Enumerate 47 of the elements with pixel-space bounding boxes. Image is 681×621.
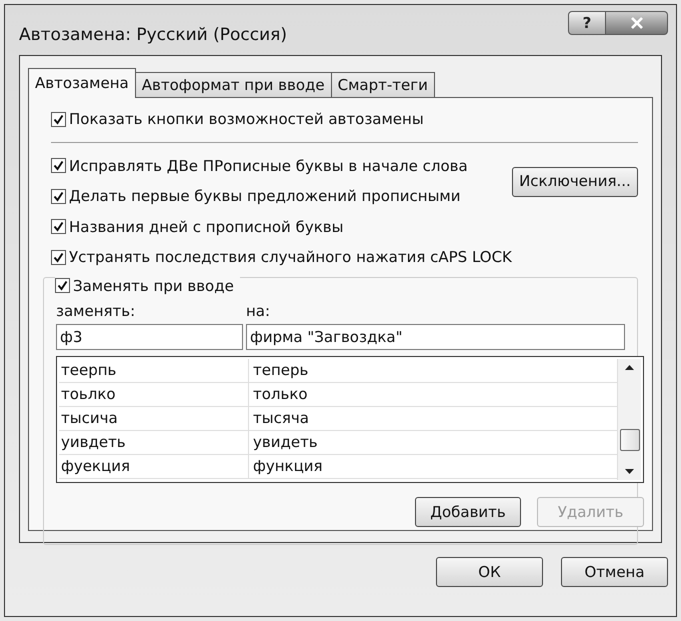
tab[interactable]: Смарт-теги <box>330 72 435 98</box>
tab[interactable]: Автозамена <box>28 68 136 98</box>
close-icon <box>630 17 644 29</box>
checkbox[interactable] <box>51 188 66 204</box>
tab[interactable]: Автоформат при вводе <box>134 72 332 98</box>
checkbox[interactable] <box>51 112 66 127</box>
checkbox-label[interactable]: Показать кнопки возможностей автозамены <box>69 108 424 130</box>
list-cell[interactable]: функция <box>249 455 323 478</box>
window-title: Автозамена: Русский (Россия) <box>19 24 288 47</box>
checkbox[interactable] <box>55 278 70 294</box>
field-label: на: <box>246 300 270 322</box>
list-cell[interactable]: фуекция <box>59 455 249 478</box>
checkmark-icon <box>53 114 64 125</box>
list-cell[interactable]: тысяча <box>249 407 309 430</box>
dialog-button[interactable]: Исключения... <box>512 166 638 196</box>
checkbox[interactable] <box>51 158 66 174</box>
input-field[interactable]: ф3 <box>56 324 243 350</box>
checkbox-label[interactable]: Исправлять ДВе ПРописные буквы в начале слова <box>69 154 468 177</box>
input-field[interactable]: фирма "Загвоздка" <box>246 324 625 350</box>
list-cell[interactable]: увидеть <box>249 431 318 454</box>
list-cell[interactable]: тоьлко <box>59 383 249 406</box>
checkbox-label[interactable]: Устранять последствия случайного нажатия cAPS LOCK <box>69 246 512 268</box>
checkbox-label[interactable]: Заменять при вводе <box>73 274 234 297</box>
checkbox[interactable] <box>51 250 66 265</box>
checkmark-icon <box>53 160 64 172</box>
scroll-thumb[interactable] <box>620 428 640 450</box>
scroll-down-icon[interactable] <box>625 469 634 474</box>
dialog-button[interactable]: ОК <box>436 557 543 587</box>
list-cell[interactable]: тысича <box>59 407 249 430</box>
list-cell[interactable]: только <box>249 383 308 406</box>
scroll-up-icon[interactable] <box>625 365 634 370</box>
checkbox-label[interactable]: Названия дней с прописной буквы <box>69 216 344 238</box>
field-label: заменять: <box>56 300 136 322</box>
help-button[interactable]: ? <box>568 11 606 35</box>
list-cell[interactable]: теерпь <box>59 359 249 382</box>
checkmark-icon <box>53 221 64 232</box>
close-button[interactable] <box>606 11 668 35</box>
dialog-button[interactable]: Отмена <box>561 557 668 587</box>
scrollbar[interactable] <box>617 359 641 480</box>
dialog-button[interactable]: Добавить <box>415 497 521 527</box>
checkbox-label[interactable]: Делать первые буквы предложений прописными <box>69 185 460 208</box>
checkbox[interactable] <box>51 219 66 234</box>
checkmark-icon <box>57 280 68 292</box>
checkmark-icon <box>53 252 64 263</box>
list-cell[interactable]: уивдеть <box>59 431 249 454</box>
checkmark-icon <box>53 190 64 202</box>
list-cell[interactable]: теперь <box>249 359 308 382</box>
